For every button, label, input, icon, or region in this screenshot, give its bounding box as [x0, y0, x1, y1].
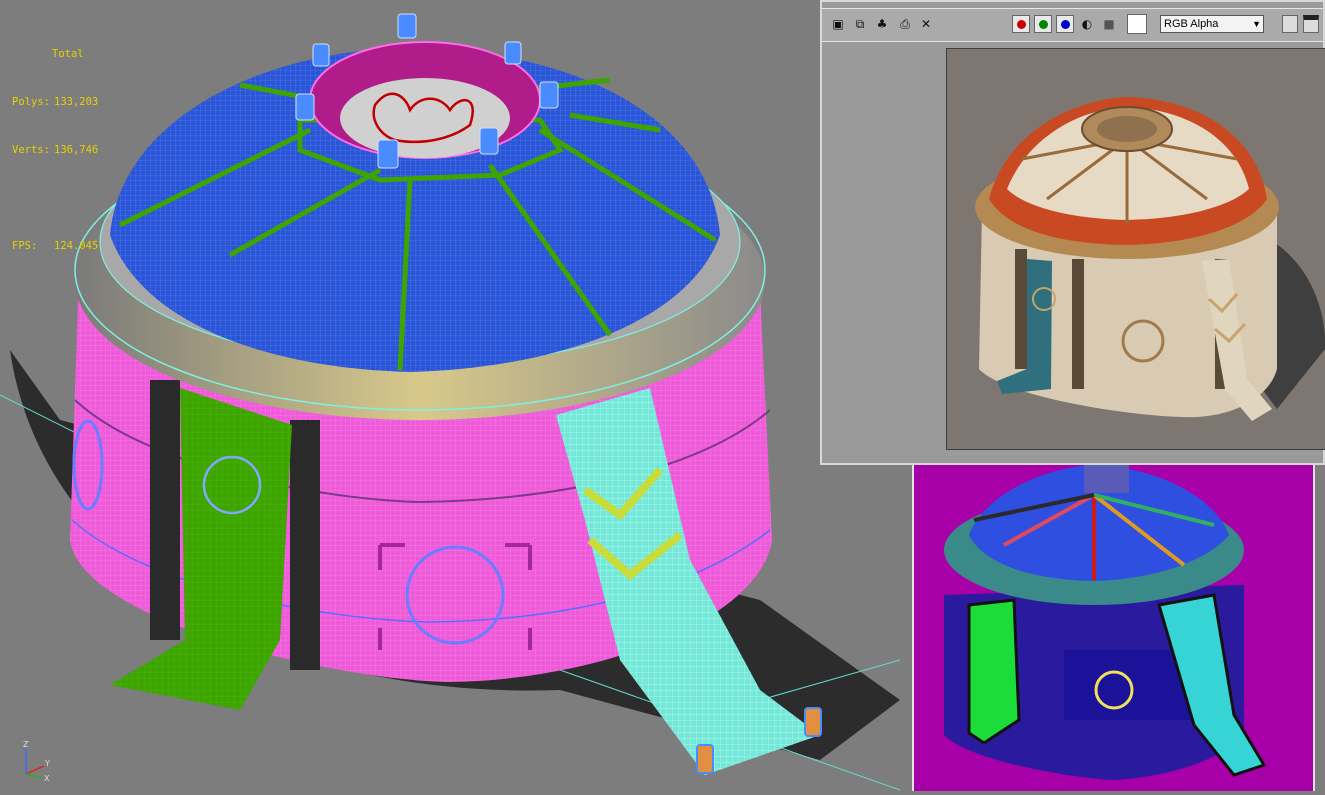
window-restore-icon[interactable]	[1282, 15, 1298, 33]
print-icon[interactable]: ⎙	[898, 17, 912, 31]
green-channel-toggle[interactable]	[1034, 15, 1052, 33]
channel-dropdown-value: RGB Alpha	[1164, 18, 1219, 30]
window-maximize-icon[interactable]	[1303, 15, 1319, 33]
save-icon[interactable]: ▣	[831, 17, 845, 31]
render-toolbar: ▣ ⧉ ♣ ⎙ ✕ ◐ ■ RGB Alpha ▼	[822, 8, 1323, 42]
alpha-toggle-icon[interactable]: ◐	[1080, 17, 1094, 31]
background-color-swatch[interactable]	[1127, 14, 1147, 34]
render-frame-window[interactable]: ▣ ⧉ ♣ ⎙ ✕ ◐ ■ RGB Alpha ▼	[820, 0, 1325, 465]
door-post	[290, 420, 320, 670]
red-channel-toggle[interactable]	[1012, 15, 1030, 33]
blue-channel-toggle[interactable]	[1056, 15, 1074, 33]
fps-label: FPS:	[12, 240, 38, 252]
clone-icon[interactable]: ♣	[875, 17, 889, 31]
channel-dropdown[interactable]: RGB Alpha ▼	[1160, 15, 1264, 33]
color-id-view	[912, 465, 1315, 791]
monochrome-icon[interactable]: ■	[1102, 17, 1116, 31]
rendered-image	[946, 48, 1325, 450]
stats-overlay: Total Polys: 133,203 Verts: 136,746 FPS: 12…	[12, 14, 98, 286]
copy-icon[interactable]: ⧉	[853, 17, 867, 31]
axis-z-label: Z	[23, 740, 29, 749]
stats-header: Total	[52, 48, 84, 60]
chevron-down-icon: ▼	[1252, 19, 1261, 29]
fps-value: 124.045	[54, 240, 99, 252]
axis-y-label: Y	[44, 759, 50, 768]
polys-label: Polys:	[12, 96, 50, 108]
verts-value: 136,746	[54, 144, 99, 156]
clear-icon[interactable]: ✕	[919, 17, 933, 31]
axis-gizmo: Z Y X	[23, 740, 50, 782]
verts-label: Verts:	[12, 144, 50, 156]
polys-value: 133,203	[54, 96, 99, 108]
axis-x-label: X	[44, 774, 50, 782]
door-post	[150, 380, 180, 640]
